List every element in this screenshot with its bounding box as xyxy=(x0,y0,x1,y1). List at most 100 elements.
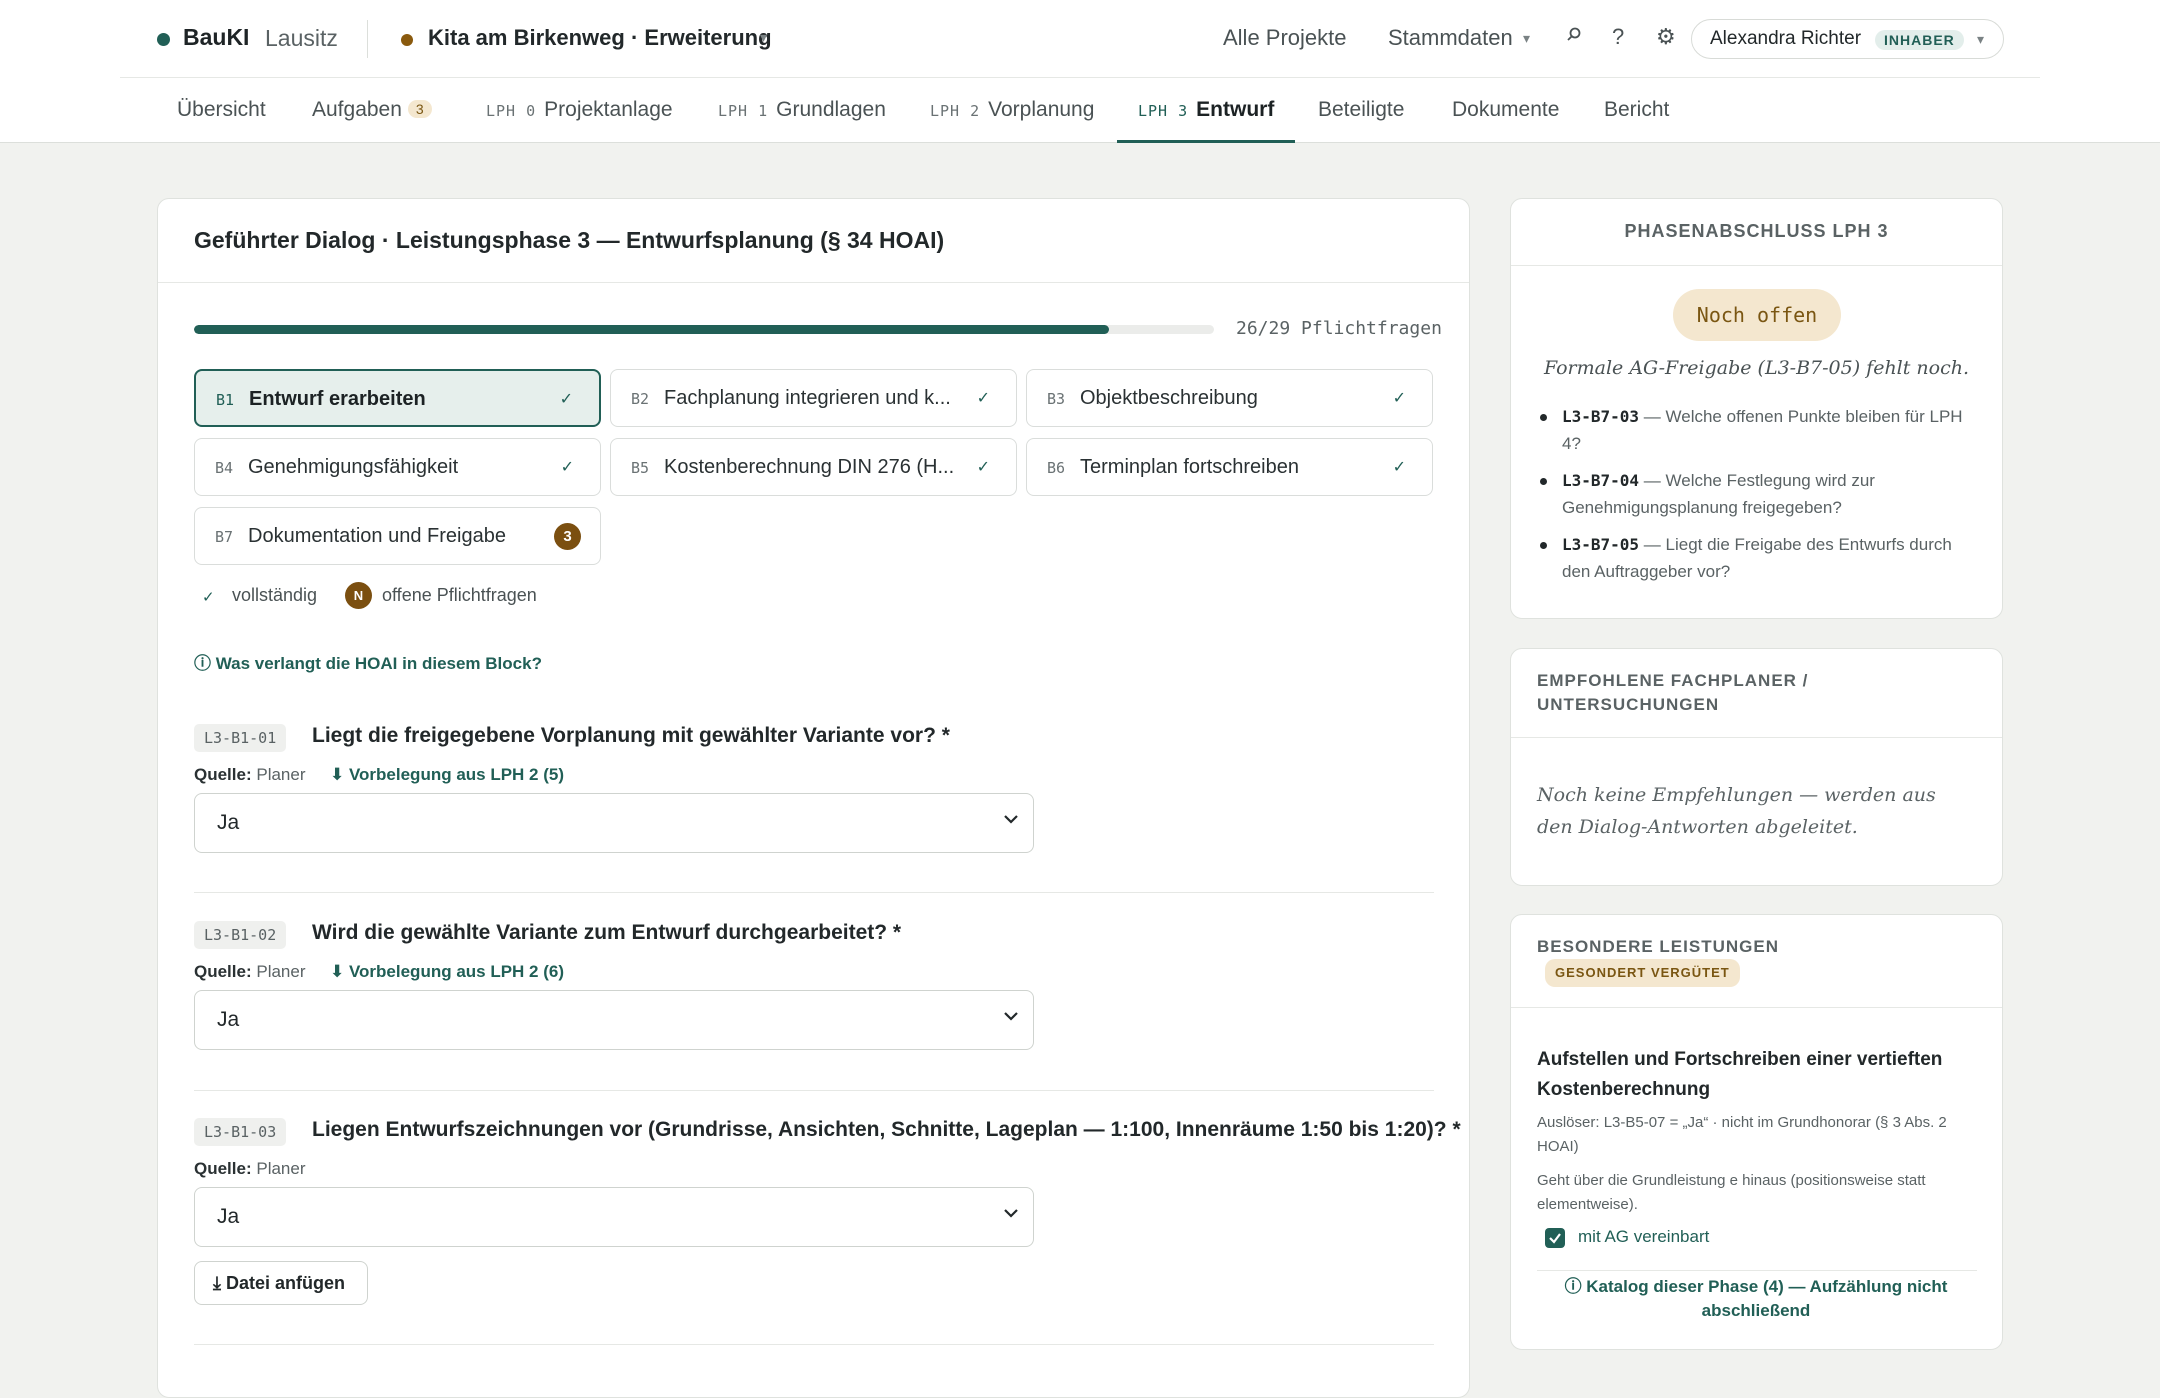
check-icon: ✓ xyxy=(976,459,990,476)
special-services-title: BESONDERE LEISTUNGEN xyxy=(1537,937,1779,956)
agreed-checkbox[interactable] xyxy=(1545,1228,1565,1248)
tab-documents[interactable]: Dokumente xyxy=(1452,78,1559,143)
special-service-title: Aufstellen und Fortschreiben einer verti… xyxy=(1537,1049,1943,1100)
question-source: Quelle: Planer xyxy=(194,1159,306,1179)
question-id: L3-B1-03 xyxy=(194,1118,287,1146)
tab-label: Vorplanung xyxy=(988,98,1095,121)
hoai-info-link[interactable]: ⓘ Was verlangt die HOAI in diesem Block? xyxy=(194,649,542,674)
block-b3[interactable]: B3 Objektbeschreibung ✓ xyxy=(1026,369,1433,427)
block-label: Genehmigungsfähigkeit xyxy=(248,456,459,478)
tab-report[interactable]: Bericht xyxy=(1604,78,1669,143)
block-id: B5 xyxy=(631,459,650,477)
tab-label: Grundlagen xyxy=(776,98,886,121)
question-code: L3-B7-05 xyxy=(1562,535,1640,554)
tab-label: Übersicht xyxy=(177,98,266,121)
chevron-down-icon[interactable]: ▾ xyxy=(760,29,767,46)
source-value: Planer xyxy=(256,1159,306,1178)
progress-fill xyxy=(194,325,1109,334)
check-icon: ✓ xyxy=(976,390,990,407)
check-icon: ✓ xyxy=(202,589,215,606)
tab-lph1[interactable]: LPH 1 Grundlagen xyxy=(718,78,886,143)
answer-value: Ja xyxy=(217,1008,240,1031)
answer-select[interactable]: Ja xyxy=(194,1187,1034,1247)
question-code: L3-B7-04 xyxy=(1562,471,1640,490)
tab-phase-prefix: LPH 1 xyxy=(718,102,769,120)
block-b2[interactable]: B2 Fachplanung integrieren und k... ✓ xyxy=(610,369,1017,427)
header-divider xyxy=(367,20,368,58)
chevron-down-icon xyxy=(1003,811,1019,832)
recommended-card: EMPFOHLENE FACHPLANER / UNTERSUCHUNGEN N… xyxy=(1510,648,2003,886)
app-header: BauKI Lausitz Kita am Birkenweg · Erweit… xyxy=(0,0,2160,143)
answer-select[interactable]: Ja xyxy=(194,990,1034,1050)
tab-lph3[interactable]: LPH 3 Entwurf xyxy=(1117,78,1296,143)
chevron-down-icon: ▾ xyxy=(1977,31,1985,47)
tab-overview[interactable]: Übersicht xyxy=(177,78,266,143)
block-b6[interactable]: B6 Terminplan fortschreiben ✓ xyxy=(1026,438,1433,496)
tab-phase-prefix: LPH 0 xyxy=(486,102,537,120)
chevron-down-icon[interactable]: ▾ xyxy=(1523,30,1530,47)
block-id: B3 xyxy=(1047,390,1066,408)
block-label: Entwurf erarbeiten xyxy=(249,388,426,410)
phase-close-title: PHASENABSCHLUSS LPH 3 xyxy=(1511,199,2002,266)
block-id: B4 xyxy=(215,459,234,477)
attach-file-button[interactable]: ⤓ Datei anfügen xyxy=(194,1261,368,1305)
tab-label: Dokumente xyxy=(1452,98,1560,121)
all-projects-link[interactable]: Alle Projekte xyxy=(1223,25,1347,51)
source-label: Quelle: xyxy=(194,962,252,981)
block-label: Kostenberechnung DIN 276 (H... xyxy=(664,456,955,478)
tab-label: Beteiligte xyxy=(1318,98,1405,121)
special-services-card: BESONDERE LEISTUNGEN GESONDERT VERGÜTET … xyxy=(1510,914,2003,1350)
list-item[interactable]: L3-B7-03 — Welche offenen Punkte bleiben… xyxy=(1537,403,1977,457)
guided-dialog-panel: Geführter Dialog · Leistungsphase 3 — En… xyxy=(157,198,1470,1398)
progress-bar xyxy=(194,325,1214,334)
user-menu[interactable]: Alexandra Richter INHABER ▾ xyxy=(1691,19,2004,59)
tab-lph0[interactable]: LPH 0 Projektanlage xyxy=(486,78,673,143)
recommended-empty-note: Noch keine Empfehlungen — werden aus den… xyxy=(1537,784,1936,838)
help-icon[interactable]: ? xyxy=(1612,24,1624,50)
prefill-link[interactable]: ⬇ Vorbelegung aus LPH 2 (6) xyxy=(330,962,564,982)
progress-label: 26/29 Pflichtfragen xyxy=(1236,318,1442,339)
tab-phase-prefix: LPH 3 xyxy=(1138,102,1189,120)
question-source: Quelle: Planer xyxy=(194,962,306,982)
tab-lph2[interactable]: LPH 2 Vorplanung xyxy=(930,78,1094,143)
tab-tasks[interactable]: Aufgaben 3 xyxy=(312,78,432,143)
check-icon: ✓ xyxy=(1392,390,1406,407)
question-text: Wird die gewählte Variante zum Entwurf d… xyxy=(312,921,902,944)
special-service-trigger: Auslöser: L3-B5-07 = „Ja“ · nicht im Gru… xyxy=(1537,1114,1947,1155)
block-label: Objektbeschreibung xyxy=(1080,387,1258,409)
divider xyxy=(158,282,1469,283)
user-name: Alexandra Richter xyxy=(1710,28,1862,49)
billed-separately-badge: GESONDERT VERGÜTET xyxy=(1545,959,1740,987)
list-item[interactable]: L3-B7-04 — Welche Festlegung wird zur Ge… xyxy=(1537,467,1977,521)
master-data-menu[interactable]: Stammdaten xyxy=(1388,25,1513,51)
agreed-label[interactable]: mit AG vereinbart xyxy=(1578,1227,1709,1247)
list-item[interactable]: L3-B7-05 — Liegt die Freigabe des Entwur… xyxy=(1537,531,1977,585)
project-switcher[interactable]: Kita am Birkenweg · Erweiterung xyxy=(428,25,772,51)
phase-note: Formale AG-Freigabe (L3-B7-05) fehlt noc… xyxy=(1543,357,1970,379)
brand-name[interactable]: BauKI xyxy=(183,24,249,51)
tab-label: Projektanlage xyxy=(544,98,673,121)
block-b4[interactable]: B4 Genehmigungsfähigkeit ✓ xyxy=(194,438,601,496)
legend-open: offene Pflichtfragen xyxy=(382,585,537,605)
settings-icon[interactable]: ⚙ xyxy=(1656,24,1676,50)
tab-label: Entwurf xyxy=(1196,98,1275,121)
tab-participants[interactable]: Beteiligte xyxy=(1318,78,1404,143)
block-b1[interactable]: B1 Entwurf erarbeiten ✓ xyxy=(194,369,601,427)
answer-value: Ja xyxy=(217,811,240,834)
block-b5[interactable]: B5 Kostenberechnung DIN 276 (H... ✓ xyxy=(610,438,1017,496)
tab-phase-prefix: LPH 2 xyxy=(930,102,981,120)
answer-select[interactable]: Ja xyxy=(194,793,1034,853)
prefill-link[interactable]: ⬇ Vorbelegung aus LPH 2 (5) xyxy=(330,765,564,785)
question-id: L3-B1-01 xyxy=(194,724,287,752)
open-questions-list: L3-B7-03 — Welche offenen Punkte bleiben… xyxy=(1537,403,1977,595)
open-count-badge: 3 xyxy=(554,523,581,550)
search-icon[interactable] xyxy=(1566,24,1582,52)
question-text: Liegen Entwurfszeichnungen vor (Grundris… xyxy=(312,1118,1461,1141)
check-icon: ✓ xyxy=(559,391,573,408)
task-count-badge: 3 xyxy=(407,100,432,118)
block-id: B6 xyxy=(1047,459,1066,477)
project-tabs: Übersicht Aufgaben 3 LPH 0 Projektanlage L… xyxy=(120,78,2040,143)
block-b7[interactable]: B7 Dokumentation und Freigabe 3 xyxy=(194,507,601,565)
top-bar: BauKI Lausitz Kita am Birkenweg · Erweit… xyxy=(120,0,2040,78)
catalog-link[interactable]: ⓘ Katalog dieser Phase (4) — Aufzählung … xyxy=(1551,1275,1961,1323)
